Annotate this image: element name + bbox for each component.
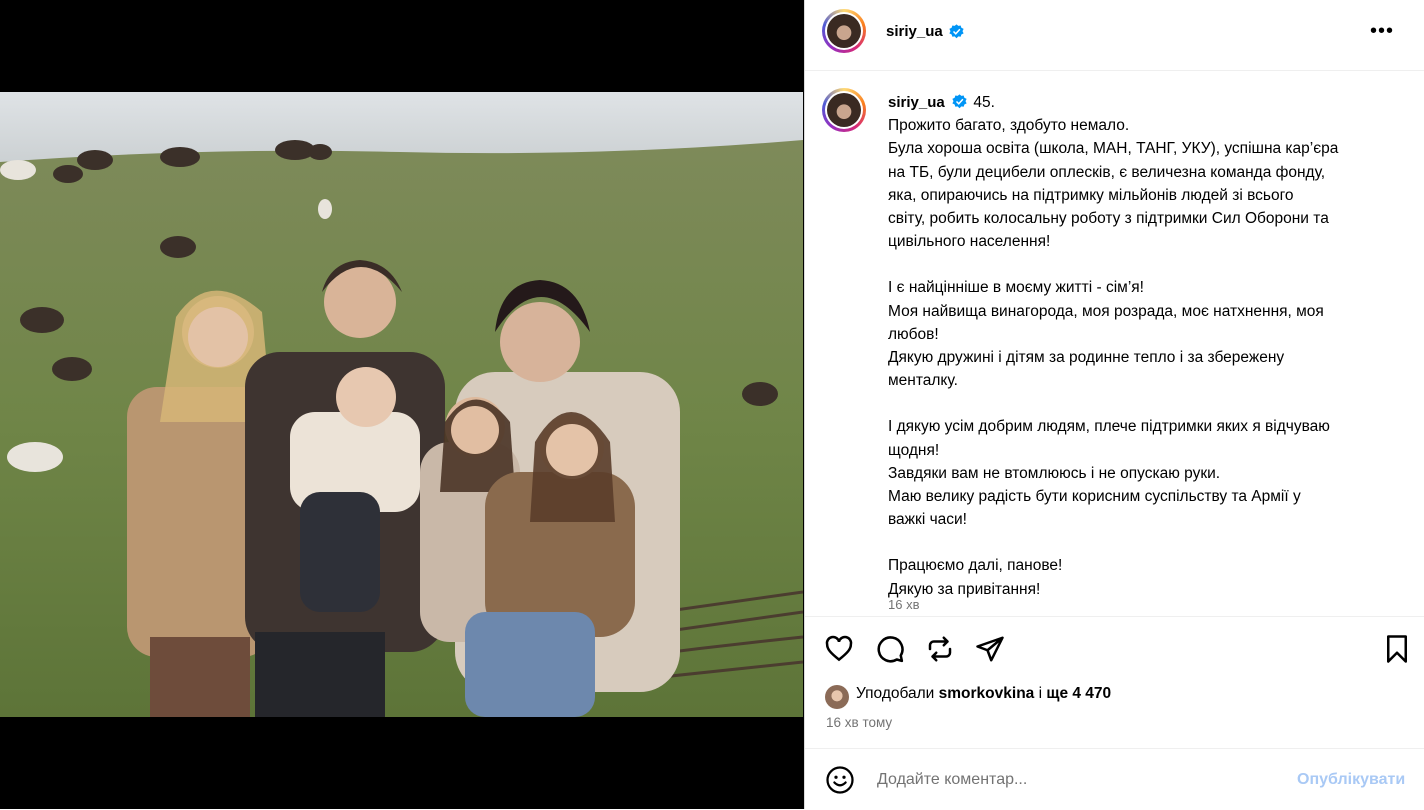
caption-lead: 45. (973, 94, 995, 111)
liker-avatar[interactable] (825, 685, 849, 709)
caption-line (888, 253, 1398, 276)
caption-line (888, 392, 1398, 415)
caption-line: Дякую за привітання! (888, 580, 1041, 598)
repost-icon[interactable] (925, 634, 955, 664)
caption-line: важкі часи! (888, 511, 967, 529)
post-header: siriy_ua ••• (805, 0, 1424, 71)
more-options-icon[interactable]: ••• (1369, 21, 1395, 44)
caption-line: І є найцінніше в моєму житті - сім’я! (888, 279, 1144, 297)
caption-line: Завдяки вам не втомлююсь і не опускаю ру… (888, 464, 1221, 482)
caption-line: цивільного населення! (888, 233, 1051, 251)
caption-body: Прожито багато, здобуто немало. Була хоро… (888, 114, 1398, 601)
caption-line: на ТБ, були децибели оплесків, є величез… (888, 163, 1326, 181)
caption-timestamp: 16 хв (888, 597, 920, 612)
caption-line: Моя найвища винагорода, моя розрада, моє… (888, 302, 1324, 320)
caption-line: Прожито багато, здобуто немало. (888, 117, 1130, 135)
likes-user-link[interactable]: smorkovkina (939, 685, 1035, 702)
comment-icon[interactable] (875, 634, 905, 664)
caption-line: Дякую дружині і дітям за родинне тепло і… (888, 349, 1285, 367)
caption-line: Працюємо далі, панове! (888, 557, 1063, 575)
verified-badge-icon (949, 24, 964, 39)
author-username[interactable]: siriy_ua (886, 23, 943, 40)
action-bar: Уподобали smorkovkina і ще 4 470 16 хв т… (805, 616, 1424, 747)
likes-count-link[interactable]: ще 4 470 (1046, 685, 1111, 702)
post-panel: siriy_ua ••• siriy_ua 45. Прожито багато… (804, 0, 1424, 809)
caption-line (888, 531, 1398, 554)
caption-line: щодня! (888, 441, 940, 459)
caption-username[interactable]: siriy_ua (888, 94, 945, 111)
post-photo (0, 92, 803, 717)
comment-bar: Опублікувати (805, 748, 1424, 810)
caption-author-avatar[interactable] (822, 88, 866, 132)
comment-input[interactable] (875, 767, 1279, 793)
caption-line: любов! (888, 325, 939, 343)
post-media[interactable] (0, 0, 804, 809)
caption-line: І дякую усім добрим людям, плече підтрим… (888, 418, 1330, 436)
heart-icon[interactable] (824, 634, 854, 664)
likes-mid: і (1038, 685, 1043, 702)
emoji-icon[interactable] (825, 765, 855, 795)
caption-line: Була хороша освіта (школа, МАН, ТАНГ, УК… (888, 140, 1339, 158)
caption-line: менталку. (888, 372, 958, 390)
caption-verified-badge-icon (952, 94, 967, 109)
bookmark-icon[interactable] (1382, 634, 1412, 664)
caption-line: Маю велику радість бути корисним суспіль… (888, 488, 1301, 506)
likes-prefix: Уподобали (856, 685, 935, 702)
caption-line: світу, робить колосальну роботу з підтри… (888, 210, 1329, 228)
post-time-ago[interactable]: 16 хв тому (826, 715, 892, 730)
share-icon[interactable] (975, 634, 1005, 664)
post-caption: siriy_ua 45. Прожито багато, здобуто нем… (888, 91, 1398, 601)
caption-line: яка, опираючись на підтримку мільйонів л… (888, 186, 1294, 204)
likes-summary: Уподобали smorkovkina і ще 4 470 (856, 685, 1111, 703)
author-avatar[interactable] (822, 9, 866, 53)
post-comment-button[interactable]: Опублікувати (1297, 771, 1405, 789)
